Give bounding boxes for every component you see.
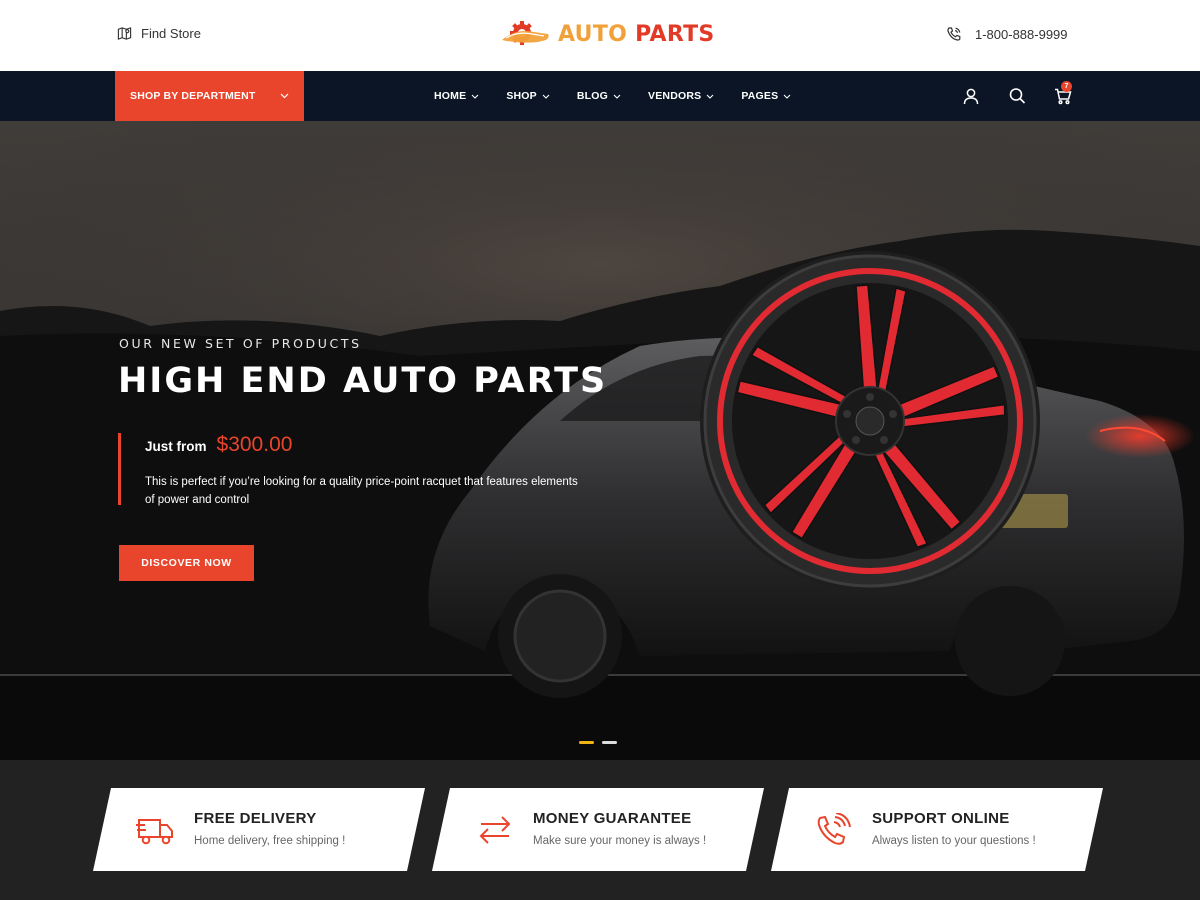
department-label: SHOP BY DEPARTMENT bbox=[130, 90, 256, 102]
feature-free-delivery: FREE DELIVERY Home delivery, free shippi… bbox=[93, 788, 425, 871]
nav-item-label: BLOG bbox=[576, 90, 609, 102]
user-icon bbox=[963, 88, 979, 105]
feature-description: Home delivery, free shipping ! bbox=[194, 835, 346, 847]
main-navbar: SHOP BY DEPARTMENT HOME SHOP BLOG VENDOR… bbox=[0, 71, 1200, 121]
search-button[interactable] bbox=[1008, 87, 1026, 105]
shop-by-department-button[interactable]: SHOP BY DEPARTMENT bbox=[115, 71, 304, 121]
exchange-arrows-icon bbox=[479, 816, 511, 844]
phone-number: 1-800-888-9999 bbox=[975, 26, 1068, 42]
find-store-link[interactable]: Find Store bbox=[117, 26, 201, 41]
slider-dot-1[interactable] bbox=[579, 741, 594, 744]
feature-description: Make sure your money is always ! bbox=[533, 835, 707, 847]
gear-car-logo-icon bbox=[502, 21, 549, 45]
chevron-down-icon bbox=[542, 94, 550, 99]
feature-title: FREE DELIVERY bbox=[194, 810, 317, 827]
discover-now-button[interactable]: DISCOVER NOW bbox=[119, 545, 254, 581]
logo-text: AUTO PARTS bbox=[558, 22, 715, 47]
nav-item-label: VENDORS bbox=[648, 90, 702, 102]
map-pin-icon bbox=[117, 27, 132, 40]
truck-icon bbox=[136, 819, 173, 845]
price-value: $300.00 bbox=[216, 433, 293, 456]
nav-item-shop[interactable]: SHOP bbox=[506, 90, 550, 102]
hero-slider: OUR NEW SET OF PRODUCTS HIGH END AUTO PA… bbox=[0, 121, 1200, 760]
cart-button[interactable]: 7 bbox=[1054, 81, 1072, 105]
chevron-down-icon bbox=[613, 94, 621, 99]
feature-title: MONEY GUARANTEE bbox=[533, 810, 692, 827]
slider-dot-2[interactable] bbox=[602, 741, 617, 744]
hero-description: This is perfect if you’re looking for a … bbox=[145, 476, 578, 506]
nav-item-blog[interactable]: BLOG bbox=[577, 90, 621, 102]
chevron-down-icon bbox=[783, 94, 791, 99]
chevron-down-icon bbox=[280, 93, 289, 99]
hero-subtitle: OUR NEW SET OF PRODUCTS bbox=[119, 336, 362, 351]
feature-title: SUPPORT ONLINE bbox=[872, 810, 1010, 827]
phone-icon bbox=[947, 27, 961, 41]
price-label: Just from bbox=[145, 439, 207, 454]
account-button[interactable] bbox=[962, 87, 980, 105]
hero-title: HIGH END AUTO PARTS bbox=[118, 361, 608, 401]
price-block: Just from $300.00 This is perfect if you… bbox=[118, 433, 588, 506]
cart-count-badge: 7 bbox=[1061, 81, 1072, 92]
nav-menu: HOME SHOP BLOG VENDORS PAGES bbox=[434, 71, 818, 121]
nav-item-pages[interactable]: PAGES bbox=[741, 90, 791, 102]
nav-item-label: HOME bbox=[434, 90, 467, 102]
top-header: Find Store AUTO PARTS 1-800-888-9999 bbox=[0, 0, 1200, 71]
features-bar: FREE DELIVERY Home delivery, free shippi… bbox=[0, 760, 1200, 900]
chevron-down-icon bbox=[471, 94, 479, 99]
nav-item-home[interactable]: HOME bbox=[434, 90, 479, 102]
phone-contact[interactable]: 1-800-888-9999 bbox=[946, 26, 1068, 42]
slider-pagination bbox=[579, 741, 617, 744]
price-line: Just from $300.00 bbox=[145, 433, 588, 457]
feature-description: Always listen to your questions ! bbox=[872, 835, 1036, 847]
nav-tools: 7 bbox=[962, 71, 1072, 121]
nav-item-label: PAGES bbox=[741, 90, 779, 102]
search-icon bbox=[1009, 88, 1026, 104]
chevron-down-icon bbox=[706, 94, 714, 99]
logo-text-auto: AUTO bbox=[558, 21, 628, 47]
site-logo[interactable]: AUTO PARTS bbox=[500, 18, 715, 50]
feature-support-online: SUPPORT ONLINE Always listen to your que… bbox=[771, 788, 1103, 871]
nav-item-vendors[interactable]: VENDORS bbox=[648, 90, 714, 102]
find-store-label: Find Store bbox=[141, 26, 201, 41]
support-phone-icon bbox=[817, 813, 851, 845]
logo-text-parts: PARTS bbox=[635, 21, 715, 47]
nav-item-label: SHOP bbox=[506, 90, 537, 102]
feature-money-guarantee: MONEY GUARANTEE Make sure your money is … bbox=[432, 788, 764, 871]
